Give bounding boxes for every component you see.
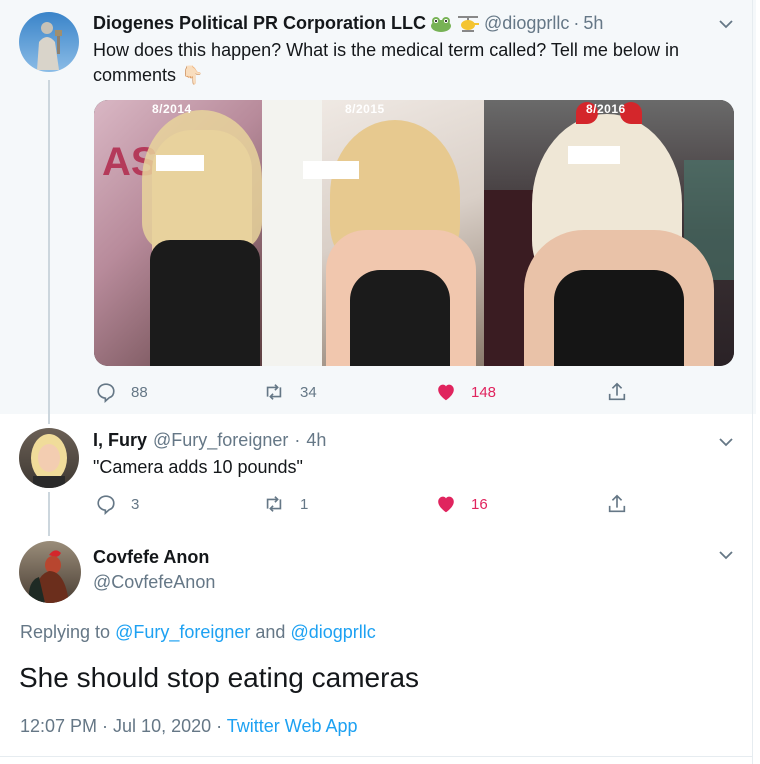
photo-label-2015: 8/2015 [345, 102, 385, 116]
retweet-button[interactable]: 34 [262, 381, 317, 403]
frog-emoji-icon [430, 16, 452, 32]
share-icon [608, 382, 626, 401]
retweet-button[interactable]: 1 [262, 493, 308, 515]
chevron-down-icon[interactable] [716, 545, 736, 565]
separator: · [294, 430, 301, 450]
handle[interactable]: @CovfefeAnon [93, 572, 215, 593]
share-button[interactable] [606, 381, 628, 403]
handle[interactable]: @Fury_foreigner [153, 430, 288, 451]
photo-panel-2016 [484, 100, 734, 366]
client-link[interactable]: Twitter Web App [227, 716, 358, 736]
replying-prefix: Replying to [20, 622, 116, 642]
photo-label-2016: 8/2016 [586, 102, 626, 116]
heart-icon [438, 496, 454, 513]
statue-image [37, 22, 62, 70]
retweet-icon [266, 496, 282, 512]
retweet-count: 34 [300, 383, 317, 401]
like-button[interactable]: 16 [435, 493, 488, 515]
reply-icon [97, 495, 115, 515]
replying-and: and [250, 622, 291, 642]
retweet-count: 1 [300, 495, 309, 513]
tweet-text: "Camera adds 10 pounds" [93, 457, 303, 477]
chevron-down-icon[interactable] [716, 432, 736, 452]
share-icon [608, 494, 626, 513]
reply-count: 3 [131, 495, 140, 513]
avatar[interactable] [19, 541, 81, 603]
helicopter-emoji-icon [456, 15, 480, 33]
thread-line [48, 492, 50, 536]
display-name[interactable]: I, Fury [93, 430, 147, 451]
like-count: 16 [471, 495, 488, 513]
reply-button[interactable]: 88 [95, 381, 148, 403]
censor-bar [568, 146, 620, 164]
censor-bar [156, 155, 204, 171]
avatar[interactable] [19, 428, 79, 488]
reply-icon [97, 383, 115, 403]
profile-photo-image [31, 434, 67, 488]
handle[interactable]: @diogprllc [484, 13, 569, 34]
timestamp[interactable]: 5h [583, 13, 603, 34]
photo-panel-2015 [262, 100, 484, 366]
tweet-text: She should stop eating cameras [19, 662, 420, 693]
reply-mention-2[interactable]: @diogprllc [290, 622, 375, 642]
reply-mention-1[interactable]: @Fury_foreigner [115, 622, 250, 642]
display-name[interactable]: Diogenes Political PR Corporation LLC [93, 13, 426, 34]
reply-count: 88 [131, 383, 148, 401]
separator: · [211, 716, 227, 736]
rooster-image [28, 550, 69, 603]
divider [0, 756, 752, 757]
share-button[interactable] [606, 493, 628, 515]
timestamp[interactable]: 12:07 PM · Jul 10, 2020 [20, 716, 211, 736]
heart-icon [438, 384, 454, 401]
censor-bar [303, 161, 359, 179]
point-down-emoji-icon: 👇🏻 [181, 65, 204, 85]
avatar[interactable] [19, 12, 79, 72]
photo-panel-2014: AS [94, 100, 270, 366]
like-button[interactable]: 148 [435, 381, 496, 403]
like-count: 148 [471, 383, 497, 401]
photo-label-2014: 8/2014 [152, 102, 192, 116]
retweet-icon [266, 384, 282, 400]
chevron-down-icon[interactable] [716, 14, 736, 34]
separator: · [573, 13, 580, 33]
display-name[interactable]: Covfefe Anon [93, 547, 209, 568]
timeline-border [752, 0, 753, 764]
timestamp[interactable]: 4h [306, 430, 326, 451]
tweet-meta: 12:07 PM · Jul 10, 2020 · Twitter Web Ap… [20, 716, 358, 737]
reply-button[interactable]: 3 [95, 493, 139, 515]
replying-to: Replying to @Fury_foreigner and @diogprl… [20, 622, 376, 643]
thread-line [48, 80, 50, 424]
tweet-image[interactable]: AS 8/2014 8/2015 8/2016 [94, 100, 734, 366]
